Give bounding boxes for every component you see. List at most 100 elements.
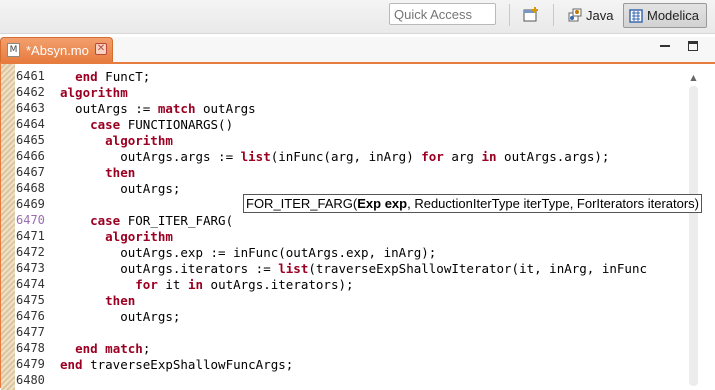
line-number: 6468: [16, 181, 45, 195]
line-number: 6476: [16, 309, 45, 323]
code-line[interactable]: outArgs;: [60, 309, 688, 325]
line-number: 6462: [16, 85, 45, 99]
line-number: 6477: [16, 325, 45, 339]
code-keyword: match: [105, 341, 143, 356]
code-text: outArgs.args);: [496, 149, 610, 164]
tooltip-function-name: FOR_ITER_FARG(: [246, 196, 358, 211]
code-line[interactable]: algorithm: [60, 85, 688, 101]
code-line[interactable]: end match;: [60, 341, 688, 357]
modelica-perspective-button[interactable]: Modelica: [623, 3, 707, 28]
code-keyword: for: [421, 149, 444, 164]
editor-tab-title: *Absyn.mo: [26, 42, 89, 58]
code-keyword: then: [105, 293, 136, 308]
modelica-perspective-label: Modelica: [647, 8, 700, 23]
line-number-gutter: 6461 6462 6463 6464 6465 6466 6467 6468 6469 6470…: [15, 69, 59, 389]
code-keyword: for: [135, 277, 158, 292]
code-text: (traverseExpShallowIterator(it, inArg, i…: [308, 261, 648, 276]
java-perspective-label: Java: [586, 7, 614, 23]
line-number: 6474: [16, 277, 45, 291]
code-line[interactable]: case FOR_ITER_FARG(: [60, 213, 688, 229]
code-line[interactable]: end FuncT;: [60, 69, 688, 85]
code-text: outArgs.iterators);: [203, 277, 354, 292]
line-number: 6463: [16, 101, 45, 115]
code-text: outArgs;: [60, 181, 181, 196]
code-editor[interactable]: 6461 6462 6463 6464 6465 6466 6467 6468 6469 6470…: [0, 62, 715, 390]
code-line[interactable]: algorithm: [60, 133, 688, 149]
code-keyword: in: [481, 149, 497, 164]
code-text: arg: [443, 149, 482, 164]
code-text: outArgs :=: [60, 101, 158, 116]
line-number: 6471: [16, 229, 45, 243]
code-keyword: list: [240, 149, 271, 164]
line-number: 6473: [16, 261, 45, 275]
code-keyword: algorithm: [105, 229, 173, 244]
main-toolbar: Java Modelica: [0, 0, 715, 34]
code-text: FUNCTIONARGS(): [120, 117, 234, 132]
tooltip-remaining-params: , ReductionIterType iterType, ForIterato…: [407, 196, 699, 211]
code-text: traverseExpShallowFuncArgs;: [82, 357, 294, 372]
code-line[interactable]: then: [60, 165, 688, 181]
code-line[interactable]: outArgs.exp := inFunc(outArgs.exp, inArg…: [60, 245, 688, 261]
code-area[interactable]: end FuncT; algorithm outArgs := match out…: [60, 69, 688, 389]
code-text: outArgs;: [60, 309, 181, 324]
line-number: 6470: [16, 213, 45, 227]
parameter-hint-tooltip: FOR_ITER_FARG(Exp exp, ReductionIterType…: [243, 194, 702, 213]
line-number: 6466: [16, 149, 45, 163]
code-line[interactable]: algorithm: [60, 229, 688, 245]
editor-tab[interactable]: M *Absyn.mo ✕: [0, 37, 113, 62]
code-keyword: then: [105, 165, 136, 180]
code-line[interactable]: for it in outArgs.iterators);: [60, 277, 688, 293]
code-keyword: in: [187, 277, 204, 292]
modelica-file-icon: M: [7, 43, 20, 57]
code-text: it: [157, 277, 188, 292]
code-keyword: end: [60, 357, 83, 372]
vertical-scrollbar[interactable]: ▲: [687, 72, 700, 390]
line-number: 6472: [16, 245, 45, 259]
line-number: 6469: [16, 197, 45, 211]
line-number: 6461: [16, 69, 45, 83]
code-keyword: end: [75, 341, 98, 356]
code-text: outArgs: [195, 101, 256, 116]
code-line[interactable]: end traverseExpShallowFuncArgs;: [60, 357, 688, 373]
code-line[interactable]: outArgs := match outArgs: [60, 101, 688, 117]
code-line[interactable]: outArgs.args := list(inFunc(arg, inArg) …: [60, 149, 688, 165]
maximize-button[interactable]: [688, 41, 698, 51]
code-text: outArgs.iterators :=: [60, 261, 279, 276]
line-number: 6478: [16, 341, 45, 355]
code-text: (inFunc(arg, inArg): [270, 149, 422, 164]
scroll-track[interactable]: [689, 86, 698, 386]
annotation-ruler: [1, 64, 15, 390]
line-number: 6464: [16, 117, 45, 131]
code-line[interactable]: [60, 373, 688, 389]
line-number: 6480: [16, 373, 45, 387]
tooltip-current-param: Exp exp: [357, 196, 408, 211]
close-icon[interactable]: ✕: [95, 43, 107, 55]
minimize-button[interactable]: [660, 45, 670, 48]
modelica-perspective-icon: [629, 8, 643, 23]
editor-tab-bar: M *Absyn.mo ✕: [0, 37, 715, 62]
code-line[interactable]: then: [60, 293, 688, 309]
code-line[interactable]: [60, 325, 688, 341]
code-line[interactable]: case FUNCTIONARGS(): [60, 117, 688, 133]
code-text: FuncT;: [97, 69, 151, 84]
quick-access-input[interactable]: [389, 3, 496, 25]
code-text: outArgs.args :=: [60, 149, 241, 164]
java-perspective-button[interactable]: Java: [563, 4, 617, 26]
code-keyword: end: [75, 69, 98, 84]
open-perspective-icon[interactable]: [522, 6, 542, 24]
code-keyword: algorithm: [60, 85, 128, 100]
scroll-up-icon[interactable]: ▲: [687, 72, 700, 84]
code-keyword: match: [157, 101, 196, 116]
code-text: ;: [142, 341, 151, 356]
line-number: 6467: [16, 165, 45, 179]
code-text: outArgs.exp := inFunc(outArgs.exp, inArg…: [60, 245, 437, 260]
code-line[interactable]: outArgs.iterators := list(traverseExpSha…: [60, 261, 688, 277]
